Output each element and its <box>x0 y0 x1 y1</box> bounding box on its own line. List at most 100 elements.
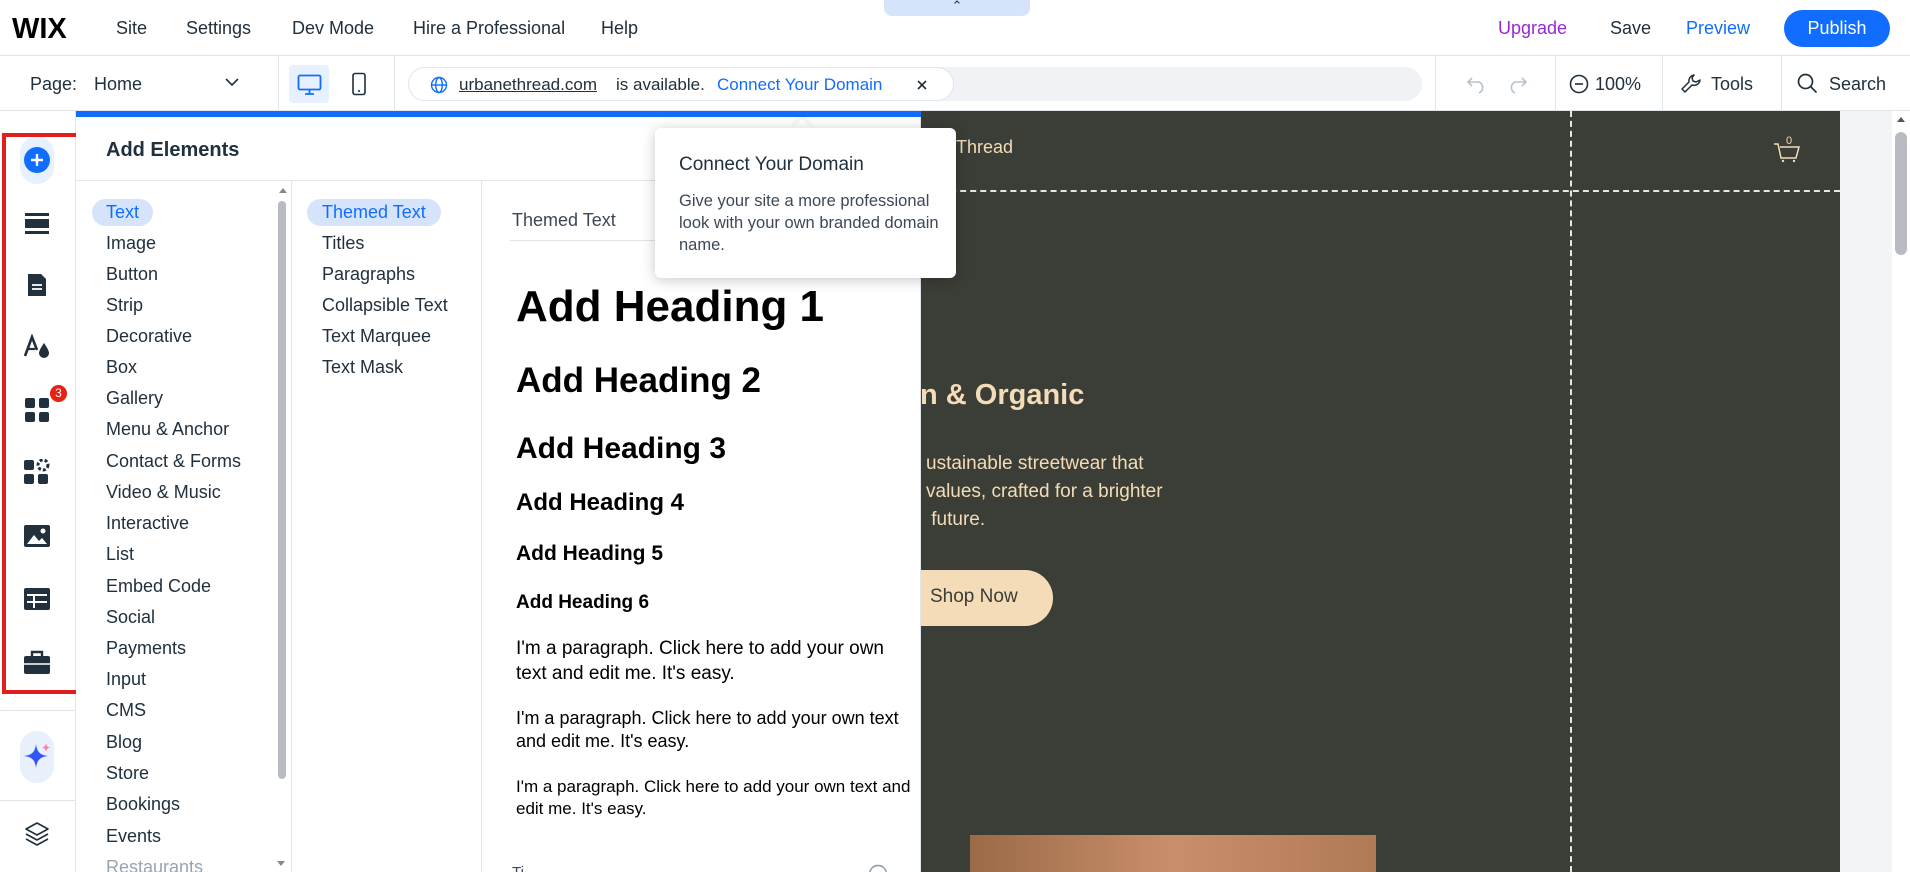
preview-button[interactable]: Preview <box>1686 18 1750 39</box>
connect-domain-tooltip: Connect Your Domain Give your site a mor… <box>655 128 956 278</box>
heading-2-preview[interactable]: Add Heading 2 <box>516 361 761 401</box>
canvas-gutter <box>1840 111 1892 872</box>
page-selector[interactable]: Home <box>94 74 142 95</box>
connect-domain-link[interactable]: Connect Your Domain <box>717 75 882 95</box>
site-headline[interactable]: n & Organic <box>920 379 1084 412</box>
scroll-down-icon[interactable] <box>276 860 286 868</box>
category-payments[interactable]: Payments <box>106 638 186 659</box>
category-scroll-thumb[interactable] <box>278 201 286 779</box>
category-blog[interactable]: Blog <box>106 732 142 753</box>
redo-icon[interactable] <box>1506 74 1528 94</box>
category-social[interactable]: Social <box>106 607 155 628</box>
subcategory-text-mask[interactable]: Text Mask <box>322 357 403 378</box>
category-interactive[interactable]: Interactive <box>106 513 189 534</box>
subcategory-titles[interactable]: Titles <box>322 233 364 254</box>
subcategory-paragraphs[interactable]: Paragraphs <box>322 264 415 285</box>
paragraph-3-preview[interactable]: I'm a paragraph. Click here to add your … <box>516 776 911 820</box>
menu-site[interactable]: Site <box>116 18 147 39</box>
panel-title: Add Elements <box>106 139 240 161</box>
category-box[interactable]: Box <box>106 357 137 378</box>
menu-hire-a-professional[interactable]: Hire a Professional <box>413 18 565 39</box>
category-button[interactable]: Button <box>106 264 158 285</box>
category-bookings[interactable]: Bookings <box>106 794 180 815</box>
page-scrollbar[interactable] <box>1892 111 1910 872</box>
category-contact-forms[interactable]: Contact & Forms <box>106 451 241 472</box>
subcategory-text-marquee[interactable]: Text Marquee <box>322 326 431 347</box>
domain-available-text: is available. <box>616 75 705 94</box>
search-icon[interactable] <box>1797 73 1818 94</box>
category-input[interactable]: Input <box>106 669 146 690</box>
heading-3-preview[interactable]: Add Heading 3 <box>516 432 726 466</box>
category-decorative[interactable]: Decorative <box>106 326 192 347</box>
gridline-guide <box>1570 111 1572 872</box>
category-list[interactable]: List <box>106 544 134 565</box>
collapse-toolbar-handle[interactable]: ⌃ <box>884 0 1030 16</box>
site-canvas[interactable]: Thread 0 n & Organic ustainable streetwe… <box>920 111 1840 872</box>
ai-assistant-icon[interactable] <box>20 731 54 783</box>
domain-notification-bar: urbanethread.com is available. Connect Y… <box>408 67 1422 101</box>
category-cms[interactable]: CMS <box>106 700 146 721</box>
zoom-out-icon[interactable] <box>1569 74 1589 94</box>
shop-now-label: Shop Now <box>930 586 1018 607</box>
column-divider <box>291 181 292 872</box>
publish-button[interactable]: Publish <box>1784 10 1890 47</box>
subcategory-collapsible-text[interactable]: Collapsible Text <box>322 295 448 316</box>
search-button[interactable]: Search <box>1829 74 1886 95</box>
desktop-view-button[interactable] <box>289 65 329 103</box>
tooltip-body: Give your site a more professional look … <box>679 192 939 254</box>
menu-help[interactable]: Help <box>601 18 638 39</box>
paragraph-1-preview[interactable]: I'm a paragraph. Click here to add your … <box>516 637 906 686</box>
heading-6-preview[interactable]: Add Heading 6 <box>516 592 649 614</box>
close-icon[interactable] <box>915 78 929 92</box>
category-embed-code[interactable]: Embed Code <box>106 576 211 597</box>
layers-icon[interactable] <box>20 816 54 850</box>
section-label: Themed Text <box>512 210 616 230</box>
menu-dev-mode[interactable]: Dev Mode <box>292 18 374 39</box>
category-text[interactable]: Text <box>92 199 154 226</box>
wrench-icon[interactable] <box>1680 73 1702 95</box>
scroll-up-icon[interactable] <box>278 186 288 194</box>
category-menu-anchor[interactable]: Menu & Anchor <box>106 419 229 440</box>
shop-now-button[interactable]: Shop Now <box>920 570 1053 626</box>
save-button[interactable]: Save <box>1610 18 1651 39</box>
page-label: Page: <box>30 74 78 94</box>
scroll-up-icon[interactable] <box>1896 115 1906 123</box>
category-restaurants[interactable]: Restaurants <box>106 857 203 872</box>
next-section-label: Ti <box>512 864 524 872</box>
menu-settings[interactable]: Settings <box>186 18 251 39</box>
subcategory-themed-text[interactable]: Themed Text <box>307 199 441 226</box>
scroll-thumb[interactable] <box>1895 132 1907 255</box>
tools-button[interactable]: Tools <box>1711 74 1753 95</box>
globe-icon <box>430 76 448 94</box>
category-strip[interactable]: Strip <box>106 295 143 316</box>
site-hero-image[interactable] <box>970 835 1376 872</box>
undo-icon[interactable] <box>1466 74 1488 94</box>
top-bar: WIX Site Settings Dev Mode Hire a Profes… <box>0 0 1910 56</box>
domain-name-link[interactable]: urbanethread.com <box>459 75 597 95</box>
category-events[interactable]: Events <box>106 826 161 847</box>
category-gallery[interactable]: Gallery <box>106 388 163 409</box>
chevron-down-icon[interactable] <box>224 76 240 88</box>
cart-icon[interactable]: 0 <box>1773 135 1801 163</box>
editor-toolbar: Page: Home urbanethread.com is available… <box>0 56 1910 111</box>
heading-1-preview[interactable]: Add Heading 1 <box>516 282 824 332</box>
info-icon[interactable] <box>868 864 888 872</box>
zoom-level[interactable]: 100% <box>1595 74 1641 95</box>
category-scrollbar[interactable] <box>276 186 288 872</box>
heading-5-preview[interactable]: Add Heading 5 <box>516 542 663 566</box>
upgrade-link[interactable]: Upgrade <box>1498 18 1567 39</box>
desktop-icon <box>297 74 322 96</box>
heading-4-preview[interactable]: Add Heading 4 <box>516 489 684 517</box>
mobile-view-icon[interactable] <box>350 72 368 96</box>
panel-top-accent <box>76 111 921 117</box>
site-body-text[interactable]: ustainable streetwear that values, craft… <box>926 450 1163 534</box>
wix-logo[interactable]: WIX <box>12 13 67 46</box>
site-brand-text[interactable]: Thread <box>956 137 1013 158</box>
category-image[interactable]: Image <box>106 233 156 254</box>
tooltip-title: Connect Your Domain <box>679 154 864 175</box>
column-divider <box>481 181 482 872</box>
category-video-music[interactable]: Video & Music <box>106 482 221 503</box>
paragraph-2-preview[interactable]: I'm a paragraph. Click here to add your … <box>516 707 911 754</box>
rail-highlight-box <box>2 133 82 694</box>
category-store[interactable]: Store <box>106 763 149 784</box>
